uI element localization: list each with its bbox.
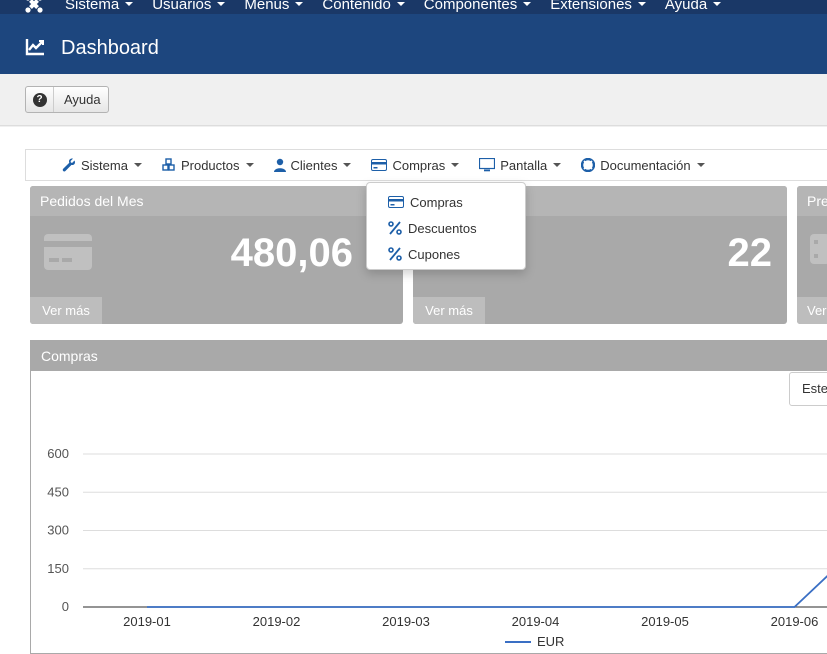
compras-dropdown-menu: Compras Descuentos Cupones [366, 182, 526, 270]
see-more-link[interactable]: Ver más [413, 297, 485, 324]
top-menu-contenido[interactable]: Contenido [322, 0, 405, 14]
series-line-eur [147, 575, 827, 608]
dropdown-item-compras[interactable]: Compras [367, 189, 525, 215]
y-tick-label: 450 [47, 484, 69, 499]
caret-down-icon [343, 163, 352, 167]
card-value: 480,06 [230, 231, 353, 275]
monitor-icon [479, 158, 496, 172]
caret-down-icon [696, 163, 705, 167]
page-title: Dashboard [61, 37, 159, 59]
subnav-label: Documentación [600, 157, 691, 173]
cubes-icon [162, 158, 175, 171]
help-button-label: Ayuda [64, 92, 101, 107]
question-icon-wrap: ? [26, 87, 54, 112]
subnav-clientes[interactable]: Clientes [273, 157, 352, 173]
y-tick-label: 150 [47, 561, 69, 576]
top-menu-label: Menús [244, 0, 290, 13]
card-title: Pedidos del Mes [30, 186, 403, 216]
caret-down-icon [713, 2, 722, 6]
subnav-label: Pantalla [500, 157, 548, 173]
credit-card-icon [388, 196, 404, 208]
top-menu-label: Ayuda [664, 0, 708, 13]
subnav-productos[interactable]: Productos [162, 158, 254, 173]
subnav-compras[interactable]: Compras [371, 157, 460, 173]
top-menu-usuarios[interactable]: Usuarios [152, 0, 226, 14]
panel-title: Compras [31, 341, 827, 371]
subnav-documentacion[interactable]: Documentación [581, 157, 705, 173]
caret-down-icon [523, 2, 532, 6]
purchases-chart-panel: Compras Este 0 150 300 450 600 2019-01 2019-02… [30, 340, 827, 654]
y-tick-label: 600 [47, 446, 69, 461]
caret-down-icon [295, 2, 304, 6]
card-bg-icon [810, 234, 827, 264]
stat-card-orders: Pedidos del Mes 480,06 Ver más [30, 186, 403, 324]
caret-down-icon [553, 163, 562, 167]
dropdown-item-label: Cupones [408, 246, 461, 262]
life-ring-icon [581, 158, 596, 172]
percent-icon [388, 247, 402, 261]
x-tick-label: 2019-01 [123, 614, 171, 629]
see-more-link[interactable]: Ver [797, 297, 827, 324]
card-title: Pre [797, 186, 827, 216]
top-menu-label: Componentes [423, 0, 518, 13]
top-menu-extensiones[interactable]: Extensiones [550, 0, 646, 14]
user-icon [273, 158, 286, 172]
x-tick-label: 2019-05 [641, 614, 689, 629]
joomla-logo-icon[interactable] [24, 0, 44, 14]
top-menu-label: Contenido [322, 0, 391, 13]
caret-down-icon [396, 2, 405, 6]
x-tick-label: 2019-06 [771, 614, 819, 629]
top-menu-menus[interactable]: Menús [244, 0, 304, 14]
caret-down-icon [245, 163, 254, 167]
caret-down-icon [217, 2, 226, 6]
subnav-label: Productos [180, 157, 240, 173]
legend-label[interactable]: EUR [537, 634, 564, 649]
subnav-pantalla[interactable]: Pantalla [479, 157, 562, 173]
x-tick-label: 2019-03 [382, 614, 430, 629]
y-tick-label: 0 [62, 599, 69, 614]
caret-down-icon [133, 163, 142, 167]
subnav-label: Compras [392, 157, 446, 173]
see-more-link[interactable]: Ver más [30, 297, 102, 324]
subnav-sistema[interactable]: Sistema [62, 158, 142, 173]
x-tick-label: 2019-04 [512, 614, 560, 629]
caret-down-icon [451, 163, 460, 167]
dropdown-item-label: Descuentos [408, 220, 477, 236]
credit-card-icon [44, 234, 92, 270]
dropdown-item-label: Compras [410, 194, 463, 210]
help-button[interactable]: ? Ayuda [25, 86, 109, 113]
dropdown-item-descuentos[interactable]: Descuentos [367, 215, 525, 241]
top-menu-label: Usuarios [152, 0, 212, 13]
page-header: Dashboard [0, 14, 827, 74]
subnav-label: Sistema [81, 157, 128, 173]
question-icon: ? [32, 92, 47, 107]
y-tick-label: 300 [47, 523, 69, 538]
top-menu-ayuda[interactable]: Ayuda [664, 0, 722, 14]
top-menu-label: Sistema [65, 0, 120, 13]
line-chart-icon [25, 39, 44, 56]
top-menu: Sistema Usuarios Menús Contenido Compone… [65, 0, 740, 14]
caret-down-icon [125, 2, 134, 6]
top-menu-sistema[interactable]: Sistema [65, 0, 134, 14]
percent-icon [388, 221, 402, 235]
toolbar: ? Ayuda [0, 74, 827, 126]
x-tick-label: 2019-02 [253, 614, 301, 629]
top-menu-componentes[interactable]: Componentes [423, 0, 532, 14]
purchases-line-chart: 0 150 300 450 600 2019-01 2019-02 2019-03 2019-0… [47, 446, 827, 649]
top-menu-label: Extensiones [550, 0, 632, 13]
dropdown-item-cupones[interactable]: Cupones [367, 241, 525, 267]
component-subnav: Sistema Productos Clientes Compras Panta… [25, 149, 827, 181]
subnav-label: Clientes [290, 157, 338, 173]
top-nav: Sistema Usuarios Menús Contenido Compone… [0, 0, 827, 14]
caret-down-icon [637, 2, 646, 6]
stat-card-partial: Pre Ver [797, 186, 827, 324]
wrench-icon [62, 158, 76, 172]
card-value: 22 [727, 231, 773, 275]
credit-card-icon [371, 159, 388, 171]
